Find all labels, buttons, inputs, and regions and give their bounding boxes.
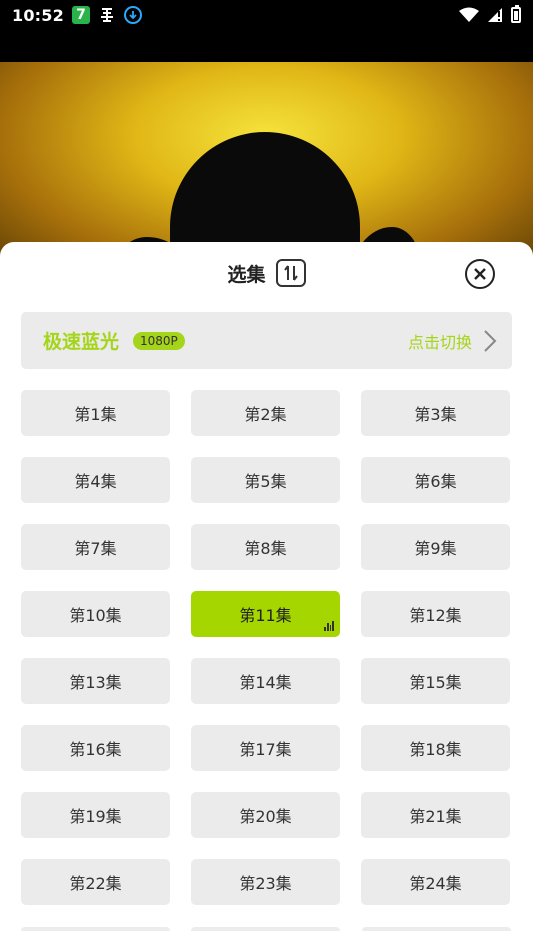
- episode-item[interactable]: 第5集: [191, 457, 340, 503]
- status-notification-icons: 7: [71, 6, 142, 24]
- episode-item[interactable]: 第23集: [191, 859, 340, 905]
- video-player[interactable]: [0, 30, 533, 260]
- episode-item[interactable]: 第18集: [361, 725, 510, 771]
- episode-item[interactable]: 第4集: [21, 457, 170, 503]
- episode-label: 第1集: [74, 405, 117, 424]
- close-icon: [474, 268, 486, 280]
- video-silhouette: [170, 132, 360, 260]
- episode-label: 第10集: [69, 606, 122, 625]
- episode-item[interactable]: 第20集: [191, 792, 340, 838]
- episode-label: 第23集: [239, 874, 292, 893]
- episode-label: 第11集: [239, 606, 292, 625]
- episode-label: 第21集: [409, 807, 462, 826]
- battery-level: [514, 11, 518, 20]
- episode-item[interactable]: 第8集: [191, 524, 340, 570]
- episode-item[interactable]: 第19集: [21, 792, 170, 838]
- episode-peek: [21, 927, 170, 931]
- episode-item[interactable]: 第21集: [361, 792, 510, 838]
- quality-name: 极速蓝光: [43, 331, 120, 353]
- episode-label: 第19集: [69, 807, 122, 826]
- status-bar: 10:52 7: [0, 0, 533, 30]
- episode-label: 第3集: [414, 405, 457, 424]
- episode-label: 第7集: [74, 539, 117, 558]
- episode-item[interactable]: 第14集: [191, 658, 340, 704]
- close-button[interactable]: [465, 259, 495, 289]
- download-icon: [123, 6, 142, 24]
- video-frame: [0, 62, 533, 260]
- sort-icon: [283, 265, 298, 281]
- episode-label: 第20集: [239, 807, 292, 826]
- now-playing-icon: [324, 621, 334, 631]
- signal-icon: [488, 8, 502, 22]
- status-time: 10:52: [12, 5, 64, 25]
- bug-icon: [98, 6, 116, 24]
- wifi-icon: [459, 7, 479, 22]
- quality-badge: 1080P: [133, 331, 185, 350]
- episode-label: 第15集: [409, 673, 462, 692]
- episode-label: 第14集: [239, 673, 292, 692]
- episode-item[interactable]: 第12集: [361, 591, 510, 637]
- episode-item[interactable]: 第22集: [21, 859, 170, 905]
- episode-label: 第13集: [69, 673, 122, 692]
- episode-item-active[interactable]: 第11集: [191, 591, 340, 637]
- episode-label: 第18集: [409, 740, 462, 759]
- episode-peek: [191, 927, 340, 931]
- episode-label: 第2集: [244, 405, 287, 424]
- episode-item[interactable]: 第2集: [191, 390, 340, 436]
- episode-selector-sheet: 选集 极速蓝光 1080P 点击切换 第1集 第2集 第3集 第4集 第5集 第…: [0, 242, 533, 948]
- episode-item[interactable]: 第17集: [191, 725, 340, 771]
- episode-item[interactable]: 第7集: [21, 524, 170, 570]
- episode-label: 第16集: [69, 740, 122, 759]
- episode-row-peek: [21, 927, 512, 931]
- episode-label: 第17集: [239, 740, 292, 759]
- battery-icon: [511, 5, 521, 23]
- episode-label: 第6集: [414, 472, 457, 491]
- episode-label: 第5集: [244, 472, 287, 491]
- episode-item[interactable]: 第24集: [361, 859, 510, 905]
- status-system-icons: [459, 5, 521, 23]
- episode-peek: [362, 927, 511, 931]
- episode-grid: 第1集 第2集 第3集 第4集 第5集 第6集 第7集 第8集 第9集 第10集…: [21, 390, 512, 905]
- episode-item[interactable]: 第9集: [361, 524, 510, 570]
- chevron-right-icon: [484, 329, 497, 352]
- episode-item[interactable]: 第15集: [361, 658, 510, 704]
- episode-item[interactable]: 第6集: [361, 457, 510, 503]
- quality-switch-row[interactable]: 极速蓝光 1080P 点击切换: [21, 312, 512, 369]
- switch-quality-label: 点击切换: [407, 332, 472, 352]
- app-badge-icon: 7: [71, 6, 90, 24]
- episode-label: 第12集: [409, 606, 462, 625]
- episode-item[interactable]: 第3集: [361, 390, 510, 436]
- episode-label: 第24集: [409, 874, 462, 893]
- episode-label: 第4集: [74, 472, 117, 491]
- episode-item[interactable]: 第1集: [21, 390, 170, 436]
- episode-item[interactable]: 第10集: [21, 591, 170, 637]
- episode-item[interactable]: 第13集: [21, 658, 170, 704]
- sort-button[interactable]: [275, 259, 306, 287]
- episode-item[interactable]: 第16集: [21, 725, 170, 771]
- episode-label: 第22集: [69, 874, 122, 893]
- sheet-header: 选集: [0, 242, 533, 304]
- episode-label: 第8集: [244, 539, 287, 558]
- sheet-title: 选集: [227, 263, 266, 286]
- episode-label: 第9集: [414, 539, 457, 558]
